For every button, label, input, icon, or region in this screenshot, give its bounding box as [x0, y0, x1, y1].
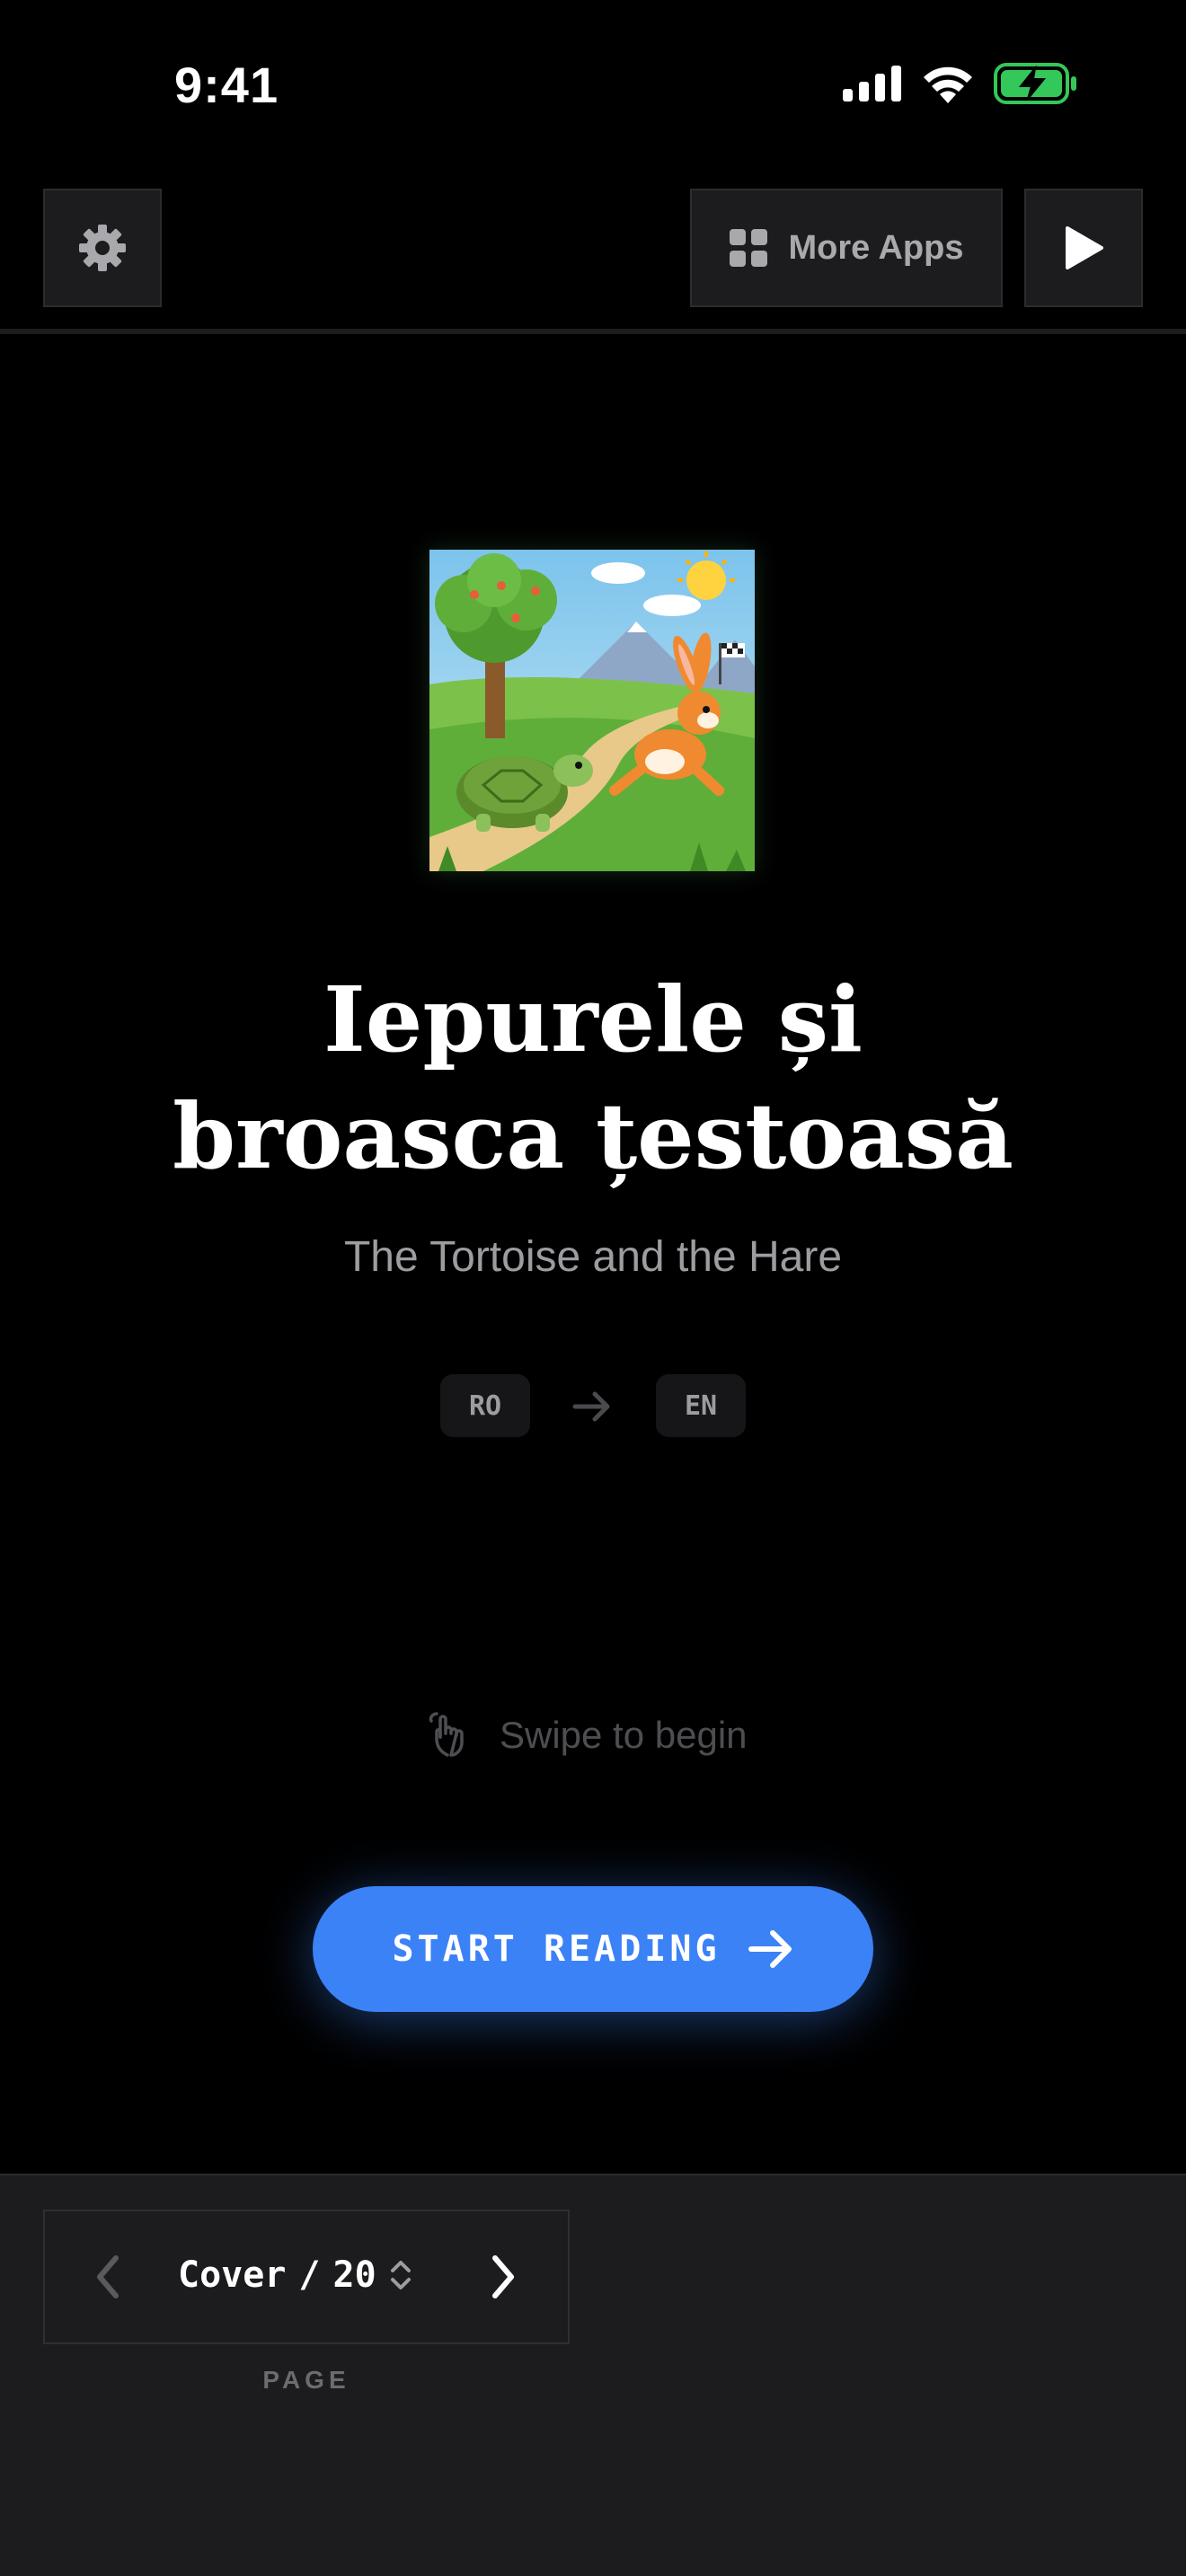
wifi-icon	[924, 66, 972, 103]
battery-charging-icon	[994, 63, 1076, 104]
settings-button[interactable]	[43, 189, 162, 307]
book-title-line-1: Iepurele și	[323, 966, 863, 1072]
page-separator: /	[298, 2254, 321, 2296]
page-picker[interactable]: Cover / 20	[178, 2254, 412, 2296]
book-subtitle: The Tortoise and the Hare	[343, 1233, 843, 1281]
status-icons	[843, 63, 1078, 104]
chevron-up-down-icon	[390, 2261, 411, 2289]
start-reading-button[interactable]: START READING	[313, 1886, 873, 2012]
header-divider	[0, 329, 1186, 334]
swipe-hint: Swipe to begin	[428, 1712, 748, 1759]
more-apps-button[interactable]: More Apps	[690, 189, 1003, 307]
arrow-right-icon	[748, 1930, 792, 1968]
gear-icon	[79, 225, 126, 271]
swipe-hint-label: Swipe to begin	[500, 1714, 748, 1756]
chevron-left-icon	[97, 2255, 119, 2298]
grid-icon	[729, 229, 767, 267]
next-page-button[interactable]	[476, 2245, 530, 2308]
hand-swipe-icon	[429, 1712, 464, 1757]
page-label: PAGE	[262, 2366, 350, 2394]
language-arrow-icon	[571, 1389, 615, 1425]
chevron-right-icon	[492, 2255, 514, 2298]
more-apps-label: More Apps	[788, 228, 964, 267]
target-language-chip: EN	[656, 1374, 746, 1437]
source-language-chip: RO	[440, 1374, 530, 1437]
cover-image	[429, 550, 755, 871]
previous-page-button[interactable]	[81, 2245, 135, 2308]
play-button[interactable]	[1024, 189, 1143, 307]
cellular-signal-icon	[843, 66, 901, 101]
status-time: 9:41	[174, 57, 279, 113]
page-total: 20	[332, 2254, 376, 2296]
page-current: Cover	[178, 2254, 287, 2296]
book-title-line-2: broasca țestoasă	[173, 1083, 1013, 1189]
start-reading-label: START READING	[392, 1928, 721, 1970]
book-title: Iepurele și broasca țestoasă	[0, 961, 1186, 1195]
play-icon	[1066, 226, 1103, 269]
